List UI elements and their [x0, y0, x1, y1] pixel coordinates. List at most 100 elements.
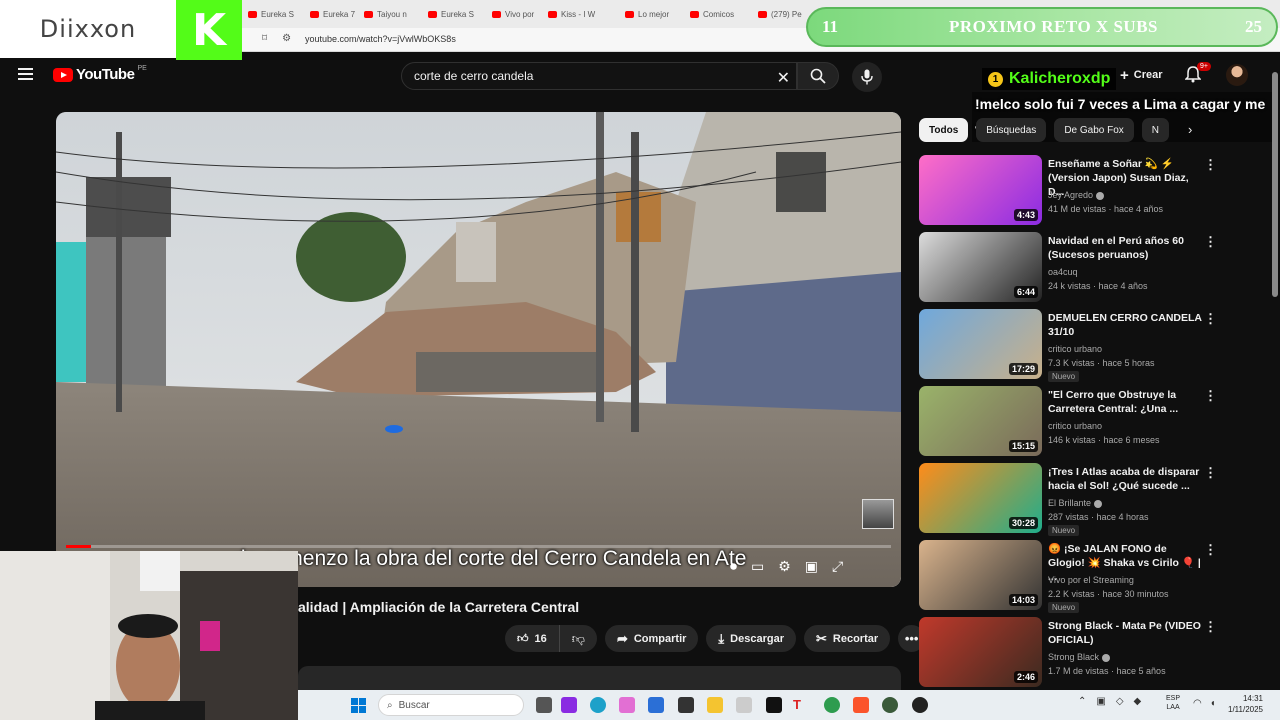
- taskbar-search-icon: ⌕: [387, 699, 393, 711]
- tab-label: Vivo por: [505, 9, 535, 19]
- more-options-icon[interactable]: ⋮: [1204, 542, 1217, 558]
- bookmark-icon[interactable]: ⌑: [262, 33, 267, 44]
- app-icon-red-t[interactable]: T: [793, 697, 809, 713]
- fullscreen-icon[interactable]: ⤢: [832, 558, 843, 575]
- more-options-icon[interactable]: ⋮: [1204, 234, 1217, 250]
- video-thumbnail[interactable]: 6:44: [919, 232, 1042, 302]
- download-button[interactable]: ⤓ Descargar: [706, 625, 796, 652]
- recommendation-item[interactable]: 4:43 Enseñame a Soñar 💫 ⚡ (Version Japon)…: [919, 155, 1219, 232]
- autoplay-toggle-icon[interactable]: ⏺: [730, 558, 737, 575]
- browser-tab[interactable]: Eureka S: [248, 6, 294, 22]
- recommendation-item[interactable]: 2:46 Strong Black - Mata Pe (VIDEO OFICIA…: [919, 617, 1219, 694]
- recommendation-item[interactable]: 15:15 "El Cerro que Obstruye la Carretera…: [919, 386, 1219, 463]
- file-explorer-icon[interactable]: [707, 697, 723, 713]
- channel-name-text: El Brillante: [1048, 498, 1092, 508]
- scrollbar-thumb[interactable]: [1272, 72, 1278, 297]
- video-thumbnail[interactable]: 14:03: [919, 540, 1042, 610]
- browser-tab[interactable]: Vivo por: [492, 6, 534, 22]
- video-thumbnail[interactable]: 15:15: [919, 386, 1042, 456]
- more-options-icon[interactable]: ⋮: [1204, 465, 1217, 481]
- like-button[interactable]: 👍︎ 16: [505, 625, 560, 652]
- create-button[interactable]: + Crear: [1110, 62, 1173, 88]
- recommendation-item[interactable]: 14:03 😡 ¡Se JALAN FONO de Glogio! 💥 Shaka…: [919, 540, 1219, 617]
- chrome-icon[interactable]: [824, 697, 840, 713]
- task-view-icon[interactable]: [536, 697, 552, 713]
- settings-gear-icon[interactable]: ⚙: [778, 558, 791, 575]
- search-button[interactable]: [797, 62, 839, 90]
- browser-tab[interactable]: (279) Pe: [758, 6, 802, 22]
- subtitles-icon[interactable]: ▭: [751, 558, 764, 575]
- video-thumbnail[interactable]: 17:29: [919, 309, 1042, 379]
- browser-tab[interactable]: Comicos: [690, 6, 734, 22]
- youtube-logo[interactable]: YouTube PE: [53, 65, 147, 83]
- site-info-icon[interactable]: ⚙: [282, 33, 291, 44]
- tray-app-icon-3[interactable]: ◆: [1134, 696, 1142, 707]
- channel-name[interactable]: Strong Black: [1048, 652, 1111, 662]
- brave-browser-icon[interactable]: [853, 697, 869, 713]
- windows-start-icon[interactable]: [351, 698, 366, 713]
- video-thumbnail[interactable]: 4:43: [919, 155, 1042, 225]
- copilot-icon[interactable]: [619, 697, 635, 713]
- taskbar-clock[interactable]: 14:31 1/11/2025: [1228, 693, 1263, 715]
- recommendation-title[interactable]: Navidad en el Perú años 60 (Sucesos peru…: [1048, 234, 1203, 262]
- more-options-icon[interactable]: ⋮: [1204, 388, 1217, 404]
- clear-search-icon[interactable]: ✕: [777, 68, 790, 88]
- clip-button[interactable]: ✂ Recortar: [804, 625, 891, 652]
- filter-chip[interactable]: Todos: [919, 118, 969, 142]
- browser-tab[interactable]: Eureka 7: [310, 6, 355, 22]
- miniplayer-icon[interactable]: ▣: [805, 558, 818, 575]
- user-avatar[interactable]: [1226, 64, 1248, 86]
- app-icon-music[interactable]: [736, 697, 752, 713]
- app-icon-purple[interactable]: [561, 697, 577, 713]
- edge-browser-icon[interactable]: [590, 697, 606, 713]
- browser-tab[interactable]: Lo mejor: [625, 6, 669, 22]
- filter-chip[interactable]: De Gabo Fox: [1054, 118, 1134, 142]
- channel-name[interactable]: Vivo por el Streaming: [1048, 575, 1134, 585]
- voice-search-button[interactable]: [852, 62, 882, 92]
- recommendation-title[interactable]: DEMUELEN CERRO CANDELA 31/10: [1048, 311, 1203, 339]
- terminal-icon[interactable]: [678, 697, 694, 713]
- url-field[interactable]: youtube.com/watch?v=jVwlWbOKS8s: [305, 34, 456, 44]
- channel-name[interactable]: critico urbano: [1048, 421, 1102, 431]
- filter-chip[interactable]: N: [1141, 118, 1170, 142]
- hamburger-menu-icon[interactable]: [18, 68, 33, 80]
- tiktok-icon[interactable]: [766, 697, 782, 713]
- recommendation-title[interactable]: ¡Tres I Atlas acaba de disparar hacia el…: [1048, 465, 1203, 493]
- recommendation-title[interactable]: "El Cerro que Obstruye la Carretera Cent…: [1048, 388, 1203, 416]
- recommendation-item[interactable]: 30:28 ¡Tres I Atlas acaba de disparar hac…: [919, 463, 1219, 540]
- channel-name[interactable]: Jey Agredo: [1048, 190, 1105, 200]
- channel-name[interactable]: oa4cuq: [1048, 267, 1078, 277]
- video-player[interactable]: [56, 112, 901, 587]
- description-box[interactable]: [298, 666, 901, 690]
- browser-tab[interactable]: Taiyou n: [364, 6, 407, 22]
- more-options-icon[interactable]: ⋮: [1204, 157, 1217, 173]
- browser-tab[interactable]: Eureka S: [428, 6, 474, 22]
- page-scrollbar[interactable]: [1271, 62, 1279, 692]
- app-icon-green[interactable]: [882, 697, 898, 713]
- filter-chip[interactable]: Búsquedas: [976, 118, 1047, 142]
- recommendation-title[interactable]: Strong Black - Mata Pe (VIDEO OFICIAL): [1048, 619, 1203, 647]
- obs-icon[interactable]: [912, 697, 928, 713]
- more-options-icon[interactable]: ⋮: [1204, 311, 1217, 327]
- tray-app-icon[interactable]: ▣: [1096, 696, 1105, 707]
- video-thumbnail[interactable]: 30:28: [919, 463, 1042, 533]
- tray-app-icon-2[interactable]: ◇: [1116, 696, 1124, 707]
- app-icon-blue[interactable]: [648, 697, 664, 713]
- share-button[interactable]: ➦ Compartir: [604, 625, 699, 652]
- quick-settings[interactable]: ◠ ◖: [1193, 698, 1216, 709]
- more-options-icon[interactable]: ⋮: [1204, 619, 1217, 635]
- tray-chevron-up-icon[interactable]: ⌃: [1078, 696, 1086, 707]
- chevron-right-icon[interactable]: ›: [1188, 122, 1192, 137]
- video-thumbnail[interactable]: 2:46: [919, 617, 1042, 687]
- channel-watermark[interactable]: [862, 499, 894, 529]
- browser-tab[interactable]: Kiss - I W: [548, 6, 595, 22]
- channel-name-text: critico urbano: [1048, 421, 1103, 431]
- dislike-button[interactable]: 👎︎: [560, 625, 597, 652]
- language-indicator[interactable]: ESP LAA: [1166, 694, 1180, 712]
- search-input[interactable]: [414, 69, 754, 83]
- recommendation-item[interactable]: 6:44 Navidad en el Perú años 60 (Sucesos …: [919, 232, 1219, 309]
- recommendation-item[interactable]: 17:29 DEMUELEN CERRO CANDELA 31/10 critico…: [919, 309, 1219, 386]
- taskbar-search[interactable]: ⌕ Buscar: [378, 694, 524, 716]
- channel-name[interactable]: El Brillante: [1048, 498, 1103, 508]
- channel-name[interactable]: critico urbano: [1048, 344, 1102, 354]
